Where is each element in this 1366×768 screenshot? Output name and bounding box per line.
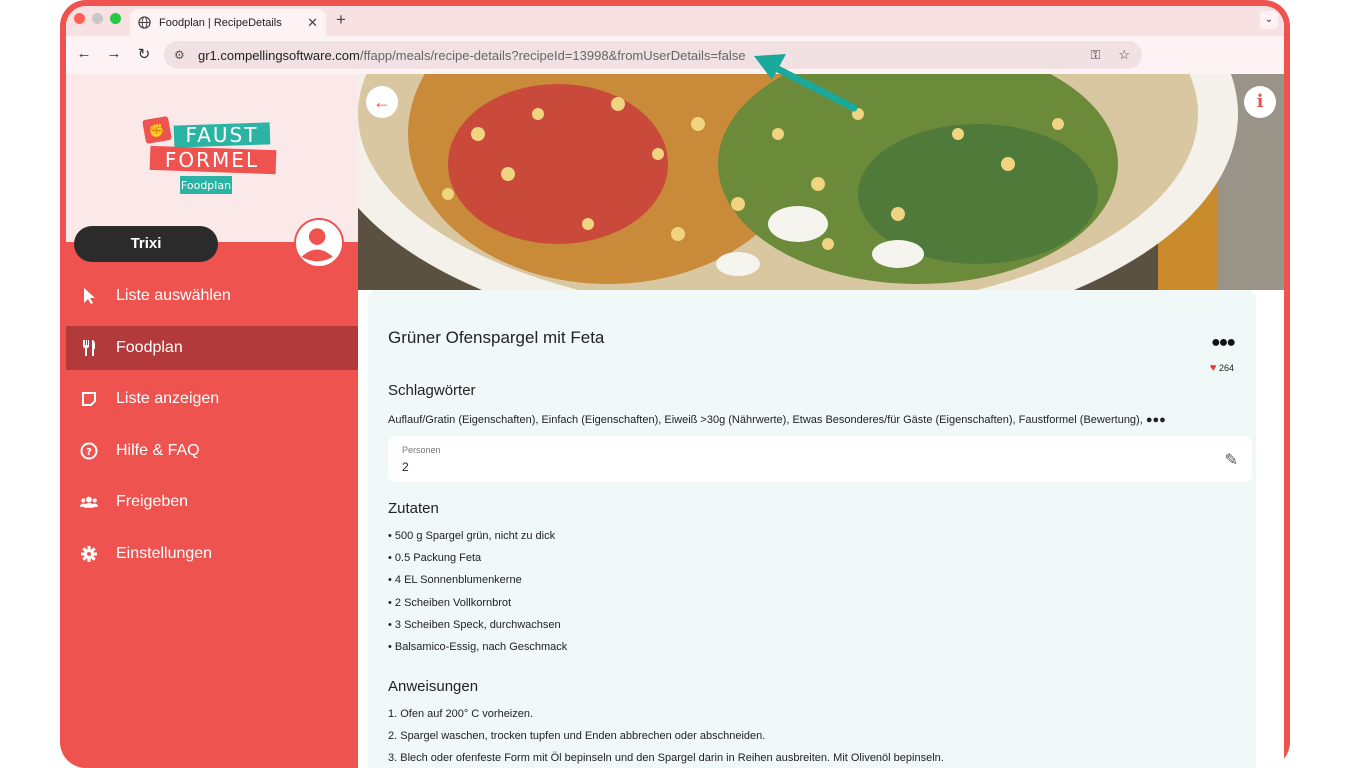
sidebar-item-label: Liste auswählen (116, 287, 231, 304)
list-item: • 2 Scheiben Vollkornbrot (388, 596, 512, 609)
close-tab-icon[interactable]: ✕ (307, 15, 318, 31)
list-item: 2. Spargel waschen, trocken tupfen und E… (388, 730, 766, 743)
site-settings-icon[interactable]: ⚙ (174, 48, 188, 62)
more-tags-icon[interactable]: ●●● (1146, 414, 1166, 426)
list-item: • 0.5 Packung Feta (388, 552, 482, 565)
url-bar[interactable]: ⚙ gr1.compellingsoftware.com/ffapp/meals… (164, 41, 1142, 69)
persons-field[interactable]: Personen 2 ✎ (388, 436, 1252, 482)
tags-heading: Schlagwörter (388, 382, 476, 399)
sidebar-item-liste-auswaehlen[interactable]: Liste auswählen (66, 274, 358, 318)
recipe-title: Grüner Ofenspargel mit Feta (388, 328, 605, 347)
list-item: 3. Blech oder ofenfeste Form mit Öl bepi… (388, 752, 944, 765)
tab-title: Foodplan | RecipeDetails (159, 16, 282, 29)
info-icon[interactable]: i (1244, 86, 1276, 118)
key-icon[interactable]: ⚿ (1090, 47, 1100, 63)
svg-text:?: ? (86, 447, 92, 458)
sidebar-item-freigeben[interactable]: Freigeben (66, 480, 358, 524)
persons-value: 2 (402, 460, 409, 474)
tags-list: Auflauf/Gratin (Eigenschaften), Einfach … (388, 414, 1166, 426)
minimize-window-button[interactable] (92, 13, 103, 24)
sidebar-item-hilfe-faq[interactable]: ? Hilfe & FAQ (66, 429, 358, 473)
ingredients-list: • 500 g Spargel grün, nicht zu dick • 0.… (388, 530, 567, 663)
user-avatar-icon[interactable] (294, 218, 344, 268)
bookmark-star-icon[interactable]: ☆ (1118, 47, 1130, 63)
browser-tab[interactable]: Foodplan | RecipeDetails ✕ (130, 9, 326, 36)
tab-search-chevron-icon[interactable]: ⌄ (1260, 11, 1278, 29)
utensils-icon (80, 339, 98, 357)
sidebar-item-foodplan[interactable]: Foodplan (66, 325, 358, 370)
list-item: • 4 EL Sonnenblumenkerne (388, 574, 522, 587)
sidebar-item-label: Foodplan (116, 338, 183, 356)
maximize-window-button[interactable] (110, 13, 121, 24)
browser-window: Foodplan | RecipeDetails ✕ + ⌄ ← → ↻ ⚙ g… (66, 6, 1284, 768)
logo-area: ✊ FAUST FORMEL Foodplan (66, 74, 358, 242)
users-icon (80, 493, 98, 511)
forward-arrow-icon[interactable]: → (104, 45, 124, 62)
app-content: ✊ FAUST FORMEL Foodplan Trixi Liste ausw… (66, 74, 1284, 768)
url-path: /ffapp/meals/recipe-details?recipeId=139… (359, 47, 746, 63)
svg-text:✊: ✊ (149, 123, 165, 139)
likes-value: 264 (1218, 363, 1234, 373)
list-item: • 500 g Spargel grün, nicht zu dick (388, 530, 556, 542)
tab-bar: Foodplan | RecipeDetails ✕ + ⌄ (66, 6, 1284, 36)
persons-label: Personen (402, 445, 441, 455)
instructions-heading: Anweisungen (388, 678, 479, 695)
faustformel-logo: ✊ FAUST FORMEL Foodplan (142, 116, 277, 194)
cursor-icon (80, 287, 98, 305)
svg-text:FORMEL: FORMEL (165, 148, 259, 172)
url-host: gr1.compellingsoftware.com (198, 47, 360, 63)
window-controls (74, 13, 121, 24)
address-toolbar: ← → ↻ ⚙ gr1.compellingsoftware.com/ffapp… (66, 36, 1284, 74)
instructions-list: 1. Ofen auf 200° C vorheizen. 2. Spargel… (388, 708, 944, 768)
sidebar-item-liste-anzeigen[interactable]: Liste anzeigen (66, 377, 358, 421)
sidebar-menu: Liste auswählen Foodplan Liste anzeigen … (66, 274, 358, 584)
sidebar-item-label: Hilfe & FAQ (116, 441, 200, 459)
sidebar-item-label: Freigeben (116, 493, 189, 511)
note-icon (80, 390, 98, 408)
sidebar: ✊ FAUST FORMEL Foodplan Trixi Liste ausw… (66, 74, 358, 768)
globe-icon (138, 16, 151, 29)
likes-count[interactable]: ♥ 264 (1210, 362, 1234, 374)
list-item: • Balsamico-Essig, nach Geschmack (388, 640, 568, 653)
pencil-icon[interactable]: ✎ (1225, 450, 1238, 470)
tags-text: Auflauf/Gratin (Eigenschaften), Einfach … (388, 414, 1143, 426)
list-item: • 3 Scheiben Speck, durchwachsen (388, 618, 561, 631)
recipe-card: Grüner Ofenspargel mit Feta ●●● ♥ 264 Sc… (368, 290, 1256, 768)
screen-frame: Foodplan | RecipeDetails ✕ + ⌄ ← → ↻ ⚙ g… (60, 0, 1290, 768)
back-arrow-icon[interactable]: ← (74, 45, 94, 62)
more-options-icon[interactable]: ●●● (1211, 334, 1236, 352)
gear-icon (80, 545, 98, 563)
sidebar-item-einstellungen[interactable]: Einstellungen (66, 532, 358, 576)
sidebar-item-label: Liste anzeigen (116, 390, 220, 408)
ingredients-heading: Zutaten (388, 500, 439, 517)
back-button[interactable]: ← (366, 86, 398, 118)
user-name-pill[interactable]: Trixi (74, 226, 218, 262)
close-window-button[interactable] (74, 13, 85, 24)
reload-icon[interactable]: ↻ (134, 45, 154, 63)
recipe-main: ← i Grüner Ofenspargel mit Feta ●●● ♥ 26… (358, 74, 1284, 768)
list-item: 1. Ofen auf 200° C vorheizen. (388, 708, 534, 720)
svg-text:Foodplan: Foodplan (181, 179, 231, 192)
annotation-arrow-icon (754, 54, 858, 112)
question-icon: ? (80, 442, 98, 460)
sidebar-item-label: Einstellungen (116, 544, 213, 562)
heart-icon: ♥ (1209, 362, 1217, 374)
svg-text:FAUST: FAUST (186, 123, 259, 147)
new-tab-button[interactable]: + (336, 10, 346, 30)
